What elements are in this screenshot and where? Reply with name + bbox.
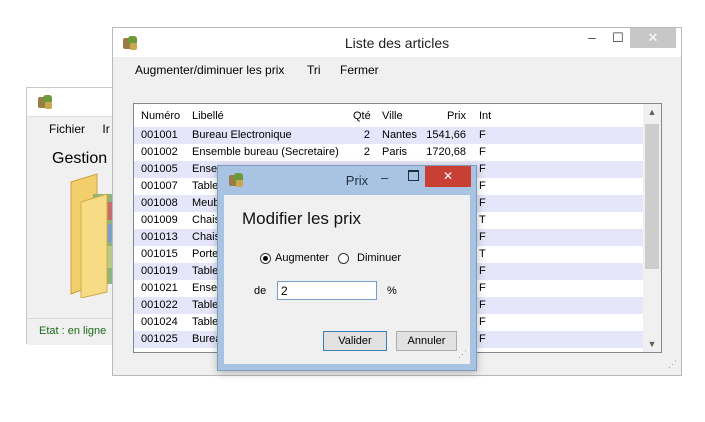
table-cell: 001007: [141, 180, 178, 192]
table-cell: 001021: [141, 282, 178, 294]
menu-tri[interactable]: Tri: [307, 63, 321, 77]
table-cell: 1720,68: [426, 146, 466, 158]
radio-diminuer[interactable]: [338, 253, 349, 264]
table-cell: F: [479, 180, 486, 192]
dialog-body: Modifier les prix Augmenter Diminuer de …: [224, 195, 470, 364]
resize-grip-icon[interactable]: ⋰: [668, 360, 678, 372]
table-cell: F: [479, 231, 486, 243]
radio-selected-dot: [263, 256, 268, 261]
menu-truncated[interactable]: Ir: [102, 122, 109, 136]
table-cell: 001013: [141, 231, 178, 243]
table-cell: 001019: [141, 265, 178, 277]
table-cell: Paris: [382, 146, 408, 158]
articles-titlebar[interactable]: Liste des articles – ☐ ✕: [113, 28, 681, 57]
table-cell: F: [479, 197, 486, 209]
table-cell: F: [479, 265, 486, 277]
table-cell: 2: [363, 129, 370, 141]
maximize-button[interactable]: ☐: [608, 28, 628, 48]
column-header-libelle[interactable]: Libellé: [192, 110, 224, 122]
column-header-numero[interactable]: Numéro: [141, 110, 180, 122]
table-cell: F: [479, 316, 486, 328]
column-header-int[interactable]: Int: [479, 110, 491, 122]
table-cell: 001025: [141, 333, 178, 345]
status-text: Etat : en ligne: [39, 325, 107, 337]
table-cell: F: [479, 299, 486, 311]
table-cell: 1541,66: [426, 129, 466, 141]
table-cell: Bureau Electronique: [192, 129, 292, 141]
table-cell: 001002: [141, 146, 178, 158]
column-header-ville[interactable]: Ville: [382, 110, 403, 122]
vertical-scrollbar[interactable]: ▲ ▼: [643, 104, 661, 352]
table-cell: F: [479, 333, 486, 345]
table-cell: 001005: [141, 163, 178, 175]
amount-label: de: [254, 285, 267, 297]
percent-unit: %: [387, 285, 397, 297]
amount-input[interactable]: [277, 281, 377, 300]
table-row[interactable]: 001001 Bureau Electronique 2 Nantes 1541,66 F: [134, 127, 643, 144]
column-header-prix[interactable]: Prix: [420, 110, 466, 122]
table-cell: F: [479, 129, 486, 141]
close-button[interactable]: ✕: [630, 28, 676, 48]
annuler-button[interactable]: Annuler: [396, 331, 457, 351]
dialog-resize-grip-icon[interactable]: ⋰: [458, 350, 468, 362]
table-cell: F: [479, 163, 486, 175]
dialog-close-button[interactable]: ✕: [425, 166, 471, 187]
table-cell: 001015: [141, 248, 178, 260]
table-cell: Ensemble bureau (Secretaire): [192, 146, 339, 158]
valider-button[interactable]: Valider: [323, 331, 387, 351]
table-cell: T: [479, 214, 486, 226]
table-cell: 001022: [141, 299, 178, 311]
dialog-heading: Modifier les prix: [242, 209, 362, 228]
table-cell: F: [479, 282, 486, 294]
table-cell: 001024: [141, 316, 178, 328]
menu-augmenter-diminuer[interactable]: Augmenter/diminuer les prix: [135, 63, 284, 77]
minimize-button[interactable]: –: [582, 28, 602, 48]
dialog-minimize-button[interactable]: –: [381, 170, 388, 185]
list-header: Numéro Libellé Qté Ville Prix Int: [134, 104, 643, 126]
scroll-down-icon[interactable]: ▼: [643, 339, 661, 349]
app-icon: [37, 94, 53, 110]
table-cell: 001001: [141, 129, 178, 141]
menu-fichier[interactable]: Fichier: [49, 122, 85, 136]
scroll-up-icon[interactable]: ▲: [643, 107, 661, 117]
table-cell: T: [479, 248, 486, 260]
table-cell: 2: [363, 146, 370, 158]
prix-dialog: Prix – ✕ Modifier les prix Augmenter Dim…: [217, 165, 477, 371]
scrollbar-thumb[interactable]: [645, 124, 659, 269]
radio-augmenter[interactable]: [260, 253, 271, 264]
background-heading: Gestion: [52, 150, 108, 167]
table-cell: 001009: [141, 214, 178, 226]
table-row[interactable]: 001002 Ensemble bureau (Secretaire) 2 Paris…: [134, 144, 643, 161]
menu-fermer[interactable]: Fermer: [340, 63, 379, 77]
articles-menubar: Augmenter/diminuer les prix Tri Fermer: [113, 59, 681, 81]
radio-diminuer-label[interactable]: Diminuer: [357, 252, 401, 264]
dialog-maximize-icon[interactable]: [408, 170, 419, 181]
radio-augmenter-label[interactable]: Augmenter: [275, 252, 329, 264]
column-header-qte[interactable]: Qté: [353, 110, 371, 122]
table-cell: F: [479, 146, 486, 158]
table-cell: 001008: [141, 197, 178, 209]
table-cell: Nantes: [382, 129, 417, 141]
